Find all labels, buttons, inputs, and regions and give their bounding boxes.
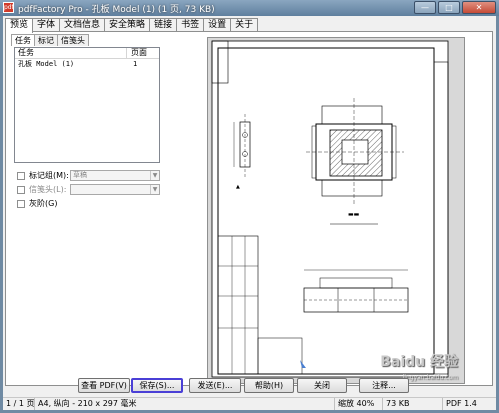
subtab-markup[interactable]: 标记 [34, 34, 58, 46]
tab-document-info[interactable]: 文档信息 [59, 18, 106, 32]
grayscale-option: 灰阶(G) [17, 198, 57, 209]
help-button[interactable]: 帮助(H) [244, 378, 294, 393]
markup-group-checkbox[interactable] [17, 171, 25, 180]
save-button[interactable]: 保存(S)... [131, 378, 183, 393]
status-page: 1 / 1 页 [3, 398, 35, 410]
subtab-tasks[interactable]: 任务 [11, 34, 35, 46]
close-window-button[interactable]: ✕ [462, 1, 496, 14]
grayscale-label: 灰阶(G) [29, 199, 58, 208]
button-row: 查看 PDF(V) 保存(S)... 发送(E)... 帮助(H) 关闭 注释.… [3, 378, 496, 394]
status-paper: A4, 纵向 - 210 x 297 毫米 [35, 398, 335, 410]
markup-group-select[interactable]: 草稿 ▼ [70, 170, 160, 181]
grayscale-checkbox[interactable] [17, 199, 25, 208]
drawing-preview-image: ▲ ▬▬ [208, 38, 464, 383]
window-title: pdfFactory Pro - 孔板 Model (1) (1 页, 73 K… [18, 5, 215, 15]
tab-fonts[interactable]: 字体 [32, 18, 61, 32]
task-name: 孔板 Model (1) [18, 60, 75, 68]
tab-settings[interactable]: 设置 [203, 18, 232, 32]
view-pdf-button[interactable]: 查看 PDF(V) [78, 378, 130, 393]
main-window: 预览 字体 文档信息 安全策略 链接 书签 设置 关于 任务 标记 信笺头 任务… [3, 16, 496, 410]
status-size: 73 KB [383, 398, 443, 410]
task-list-header: 任务 页面 [15, 48, 159, 59]
maximize-button[interactable]: □ [438, 1, 460, 14]
status-pdf-version: PDF 1.4 [446, 399, 477, 408]
main-tabs: 预览 字体 文档信息 安全策略 链接 书签 设置 关于 [5, 18, 259, 33]
status-bar: 1 / 1 页 A4, 纵向 - 210 x 297 毫米 缩放 40% 73 … [3, 397, 496, 410]
letterhead-select[interactable]: ▼ [70, 184, 160, 195]
letterhead-checkbox[interactable] [17, 185, 25, 194]
subtab-letterhead[interactable]: 信笺头 [57, 34, 89, 46]
column-header-task[interactable]: 任务 [15, 48, 127, 58]
markup-group-option: 标记组(M): [17, 170, 69, 181]
minimize-button[interactable]: — [414, 1, 436, 14]
tab-preview[interactable]: 预览 [5, 18, 34, 33]
task-list[interactable]: 任务 页面 孔板 Model (1) 1 [14, 47, 160, 163]
pdf-app-icon: pdf [3, 2, 14, 13]
svg-text:▬▬: ▬▬ [348, 211, 360, 218]
chevron-down-icon: ▼ [150, 185, 159, 194]
status-zoom: 缩放 40% [335, 398, 383, 410]
title-bar: pdf pdfFactory Pro - 孔板 Model (1) (1 页, … [0, 0, 499, 16]
markup-group-value: 草稿 [73, 171, 87, 179]
markup-group-label: 标记组(M): [29, 171, 69, 180]
extra-button[interactable]: 注释... [359, 378, 409, 393]
close-button[interactable]: 关闭 [297, 378, 347, 393]
column-header-pages[interactable]: 页面 [127, 48, 159, 58]
letterhead-option: 信笺头(L): [17, 184, 66, 195]
watermark-logo: Baidu 经验 [380, 354, 458, 370]
task-pages: 1 [133, 60, 138, 68]
sub-tabs: 任务 标记 信笺头 [11, 34, 89, 46]
tab-bookmarks[interactable]: 书签 [176, 18, 205, 32]
send-button[interactable]: 发送(E)... [189, 378, 241, 393]
table-row[interactable]: 孔板 Model (1) 1 [15, 59, 159, 69]
tab-security[interactable]: 安全策略 [104, 18, 151, 32]
page-preview[interactable]: ▲ ▬▬ Baidu 经验 jingyan.baidu.com [207, 37, 465, 384]
svg-text:▲: ▲ [236, 184, 240, 190]
tab-links[interactable]: 链接 [149, 18, 178, 32]
chevron-down-icon: ▼ [150, 171, 159, 180]
letterhead-label: 信笺头(L): [29, 185, 67, 194]
tab-about[interactable]: 关于 [230, 18, 259, 32]
